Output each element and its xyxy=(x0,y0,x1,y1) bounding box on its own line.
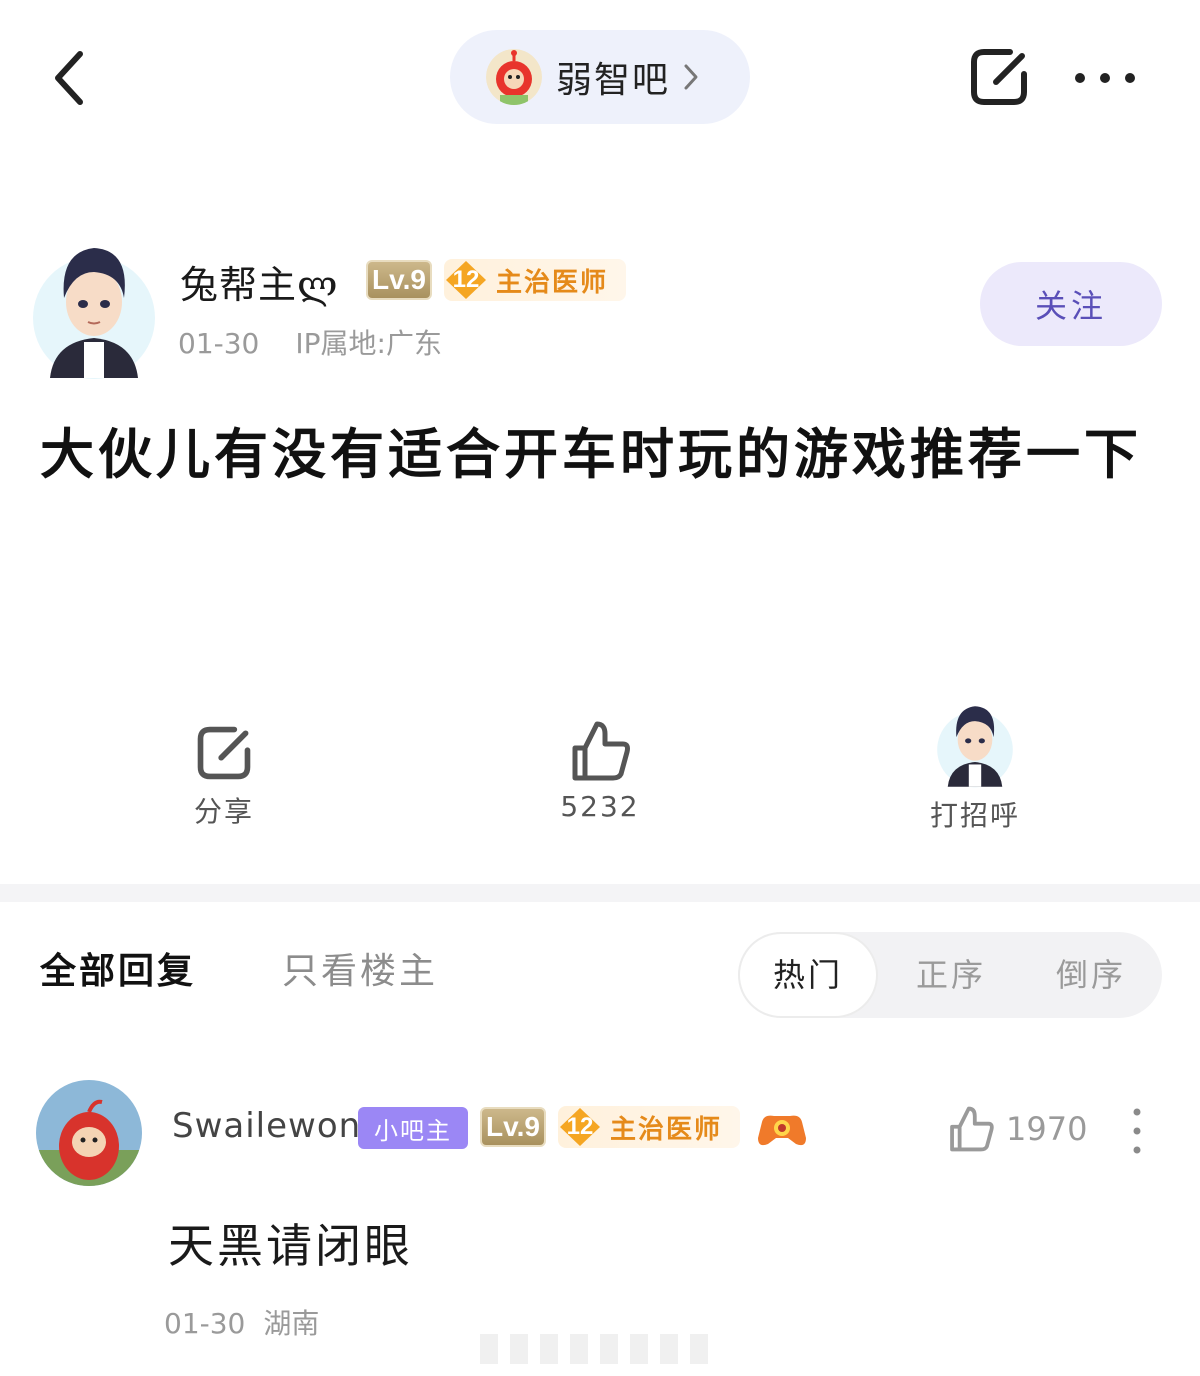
follow-button[interactable]: 关注 xyxy=(980,262,1162,346)
comment-location: 湖南 xyxy=(263,1307,320,1340)
greet-label: 打招呼 xyxy=(929,799,1020,832)
comment-like-button[interactable]: 1970 xyxy=(946,1104,1087,1154)
forum-name: 弱智吧 xyxy=(556,60,671,101)
post-title: 大伙儿有没有适合开车时玩的游戏推荐一下 xyxy=(40,422,1142,486)
like-action[interactable]: 5232 xyxy=(500,718,700,823)
sort-descending[interactable]: 倒序 xyxy=(1026,932,1156,1018)
post-meta: 01-30 IP属地:广东 xyxy=(178,322,442,362)
comment-like-count: 1970 xyxy=(1006,1110,1088,1148)
author-name[interactable]: 兔帮主ლ xyxy=(180,254,339,309)
greet-action[interactable]: 打招呼 xyxy=(875,700,1075,834)
thumbs-up-icon xyxy=(572,721,630,781)
thumbs-up-icon xyxy=(950,1106,994,1152)
more-vertical-icon xyxy=(1133,1108,1141,1154)
user-avatar-icon xyxy=(937,706,1013,788)
diamond-icon: 12 xyxy=(444,259,488,301)
commenter-rank-title: 主治医师 xyxy=(610,1114,723,1145)
watermark xyxy=(480,1334,720,1364)
forum-link[interactable]: 弱智吧 xyxy=(450,30,750,124)
rank-badge: 12 主治医师 xyxy=(444,259,626,301)
share-icon xyxy=(971,49,1027,105)
sort-toggle: 热门 正序 倒序 xyxy=(738,932,1162,1018)
like-count: 5232 xyxy=(560,790,640,823)
more-dots-icon xyxy=(1075,73,1135,83)
commenter-level-badge: Lv.9 xyxy=(480,1107,546,1147)
commenter-name[interactable]: Swailewon xyxy=(172,1106,361,1146)
comment-more-button[interactable] xyxy=(1124,1106,1150,1156)
share-action[interactable]: 分享 xyxy=(124,722,324,830)
admin-badge: 小吧主 xyxy=(358,1107,468,1149)
back-button[interactable] xyxy=(40,40,104,116)
sort-hot[interactable]: 热门 xyxy=(740,934,876,1016)
comment-text: 天黑请闭眼 xyxy=(168,1219,413,1273)
comment-meta: 01-30 湖南 xyxy=(164,1302,319,1342)
forum-avatar xyxy=(486,49,542,105)
share-icon xyxy=(197,726,251,780)
diamond-icon: 12 xyxy=(558,1106,602,1148)
chevron-left-icon xyxy=(55,51,83,105)
level-badge: Lv.9 xyxy=(366,260,432,300)
ip-location: IP属地:广东 xyxy=(295,327,442,360)
section-divider xyxy=(0,884,1200,902)
commenter-avatar[interactable] xyxy=(36,1080,142,1186)
commenter-rank-badge: 12 主治医师 xyxy=(558,1106,740,1148)
post-date: 01-30 xyxy=(178,327,260,360)
top-bar: 弱智吧 xyxy=(0,0,1200,150)
sort-ascending[interactable]: 正序 xyxy=(886,932,1016,1018)
tab-op-only[interactable]: 只看楼主 xyxy=(282,942,438,994)
share-button[interactable] xyxy=(966,44,1032,110)
comment-date: 01-30 xyxy=(164,1307,246,1340)
author-avatar[interactable] xyxy=(32,238,156,380)
more-button[interactable] xyxy=(1072,60,1138,96)
rank-title: 主治医师 xyxy=(496,267,609,298)
tab-all-replies[interactable]: 全部回复 xyxy=(40,942,196,994)
chevron-right-icon xyxy=(684,64,698,90)
game-controller-icon xyxy=(758,1115,806,1146)
share-label: 分享 xyxy=(193,795,254,828)
commenter-rank-number: 12 xyxy=(566,1113,594,1140)
rank-number: 12 xyxy=(452,266,480,293)
